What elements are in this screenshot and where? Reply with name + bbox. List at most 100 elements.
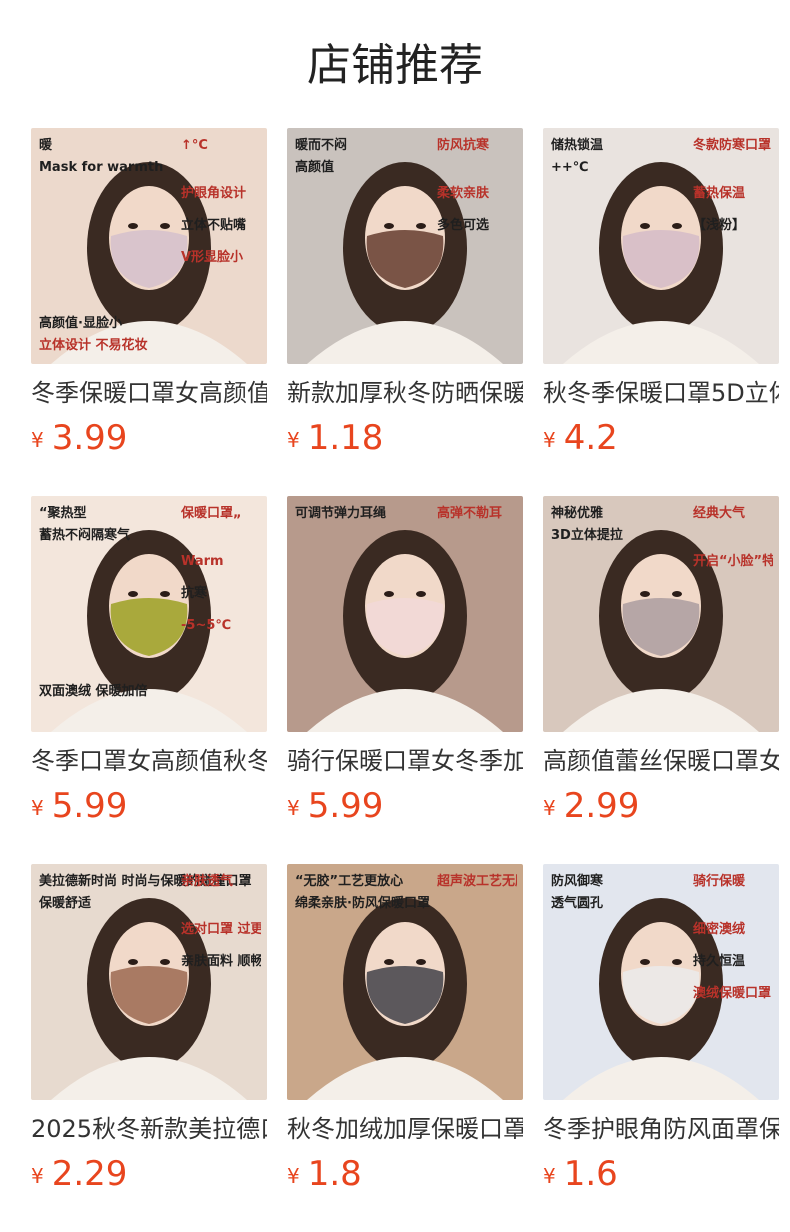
image-overlay-text: 冬款防寒口罩	[693, 138, 772, 153]
currency-symbol: ¥	[287, 796, 300, 820]
image-overlay-text: 柔软亲肤	[437, 186, 490, 201]
image-overlay-text: 经典大气	[693, 506, 746, 521]
section-title: 店铺推荐	[307, 40, 483, 91]
eye-shape	[160, 223, 170, 229]
product-name[interactable]: 2025秋冬新款美拉德口罩	[31, 1112, 267, 1148]
image-overlay-text: 储热锁温	[551, 138, 604, 153]
eye-shape	[384, 223, 394, 229]
sweater-shape	[563, 1057, 759, 1100]
product-name[interactable]: 冬季护眼角防风面罩保暖	[543, 1112, 779, 1148]
sweater-shape	[307, 689, 503, 732]
sweater-shape	[307, 1057, 503, 1100]
image-overlay-text: 可调节弹力耳绳	[295, 506, 387, 521]
image-overlay-text: 暖而不闷	[295, 138, 348, 153]
sweater-shape	[307, 321, 503, 364]
image-overlay-text: 高颜值·显脸小	[39, 316, 122, 331]
eye-shape	[128, 223, 138, 229]
product-card[interactable]: “无胶”工艺更放心 超声波工艺无胶水粘合绵柔亲肤·防风保暖口罩秋冬加绒加厚保暖口罩…	[287, 864, 523, 1204]
product-image[interactable]: “无胶”工艺更放心 超声波工艺无胶水粘合绵柔亲肤·防风保暖口罩	[287, 864, 523, 1100]
model-illustration	[307, 530, 503, 732]
image-overlay-text: “聚热型	[39, 506, 87, 521]
eye-shape	[640, 591, 650, 597]
product-price: ¥1.6	[543, 1152, 618, 1196]
price-value: 2.29	[51, 1154, 128, 1194]
eye-shape	[416, 591, 426, 597]
image-overlay-text: 3D立体提拉	[551, 528, 623, 543]
product-card[interactable]: 美拉德新时尚 时尚与保暖的碰撞口罩亲肤透气保暖舒适选对口罩 过更暖的冬季亲肤面料…	[31, 864, 267, 1204]
eye-shape	[640, 959, 650, 965]
product-card[interactable]: 暖而不闷 防风抗寒高颜值柔软亲肤多色可选新款加厚秋冬防晒保暖口罩 ¥1.18	[287, 128, 523, 468]
product-image[interactable]: 暖而不闷 防风抗寒 高颜值 柔软亲肤 多色可选	[287, 128, 523, 364]
product-image[interactable]: 防风御寒 骑行保暖 透气圆孔 细密澳绒 持久恒温 澳绒保暖口罩	[543, 864, 779, 1100]
price-value: 5.99	[51, 786, 128, 826]
product-name[interactable]: 冬季保暖口罩女高颜值显脸小	[31, 376, 267, 412]
product-card[interactable]: 暖 ↑°C Mask for warmth 护眼角设计 立体不贴嘴 V形显脸小 高颜值·显脸…	[31, 128, 267, 468]
image-overlay-text: 细密澳绒	[693, 922, 746, 937]
image-overlay-text: “无胶”工艺更放心	[295, 874, 404, 889]
price-value: 1.6	[563, 1154, 618, 1194]
image-overlay-text: 保暖舒适	[39, 896, 92, 911]
product-image[interactable]: 暖 ↑°C Mask for warmth 护眼角设计 立体不贴嘴 V形显脸小 高颜值·显脸…	[31, 128, 267, 364]
sweater-shape	[563, 321, 759, 364]
currency-symbol: ¥	[31, 428, 44, 452]
product-price: ¥5.99	[31, 784, 127, 828]
image-overlay-text: 蓄热不闷隔寒气	[39, 528, 131, 543]
image-overlay-text: 【浅粉】	[693, 218, 746, 233]
image-overlay-text: 保暖口罩„	[181, 506, 242, 521]
product-image[interactable]: 美拉德新时尚 时尚与保暖的碰撞口罩亲肤透气保暖舒适选对口罩 过更暖的冬季亲肤面料…	[31, 864, 267, 1100]
image-overlay-text: 骑行保暖	[693, 874, 746, 889]
price-value: 3.99	[51, 418, 128, 458]
product-card[interactable]: 防风御寒 骑行保暖透气圆孔细密澳绒持久恒温澳绒保暖口罩冬季护眼角防风面罩保暖 ¥1.…	[543, 864, 779, 1204]
eye-shape	[384, 959, 394, 965]
product-card[interactable]: 储热锁温 冬款防寒口罩 ++℃ 蓄热保温 【浅粉】 秋冬季保暖口罩5D立体 ¥4.2	[543, 128, 779, 468]
eye-shape	[160, 959, 170, 965]
product-name[interactable]: 高颜值蕾丝保暖口罩女	[543, 744, 779, 780]
image-overlay-text: 护眼角设计	[181, 186, 247, 201]
sweater-shape	[51, 1057, 247, 1100]
product-price: ¥4.2	[543, 416, 618, 460]
product-image[interactable]: “聚热型 保暖口罩„ 蓄热不闷隔寒气 Warm 抗寒 -5~5℃ 双面澳绒 保暖加倍	[31, 496, 267, 732]
price-value: 1.8	[307, 1154, 362, 1194]
price-value: 4.2	[563, 418, 618, 458]
product-image[interactable]: 储热锁温 冬款防寒口罩 ++℃ 蓄热保温 【浅粉】	[543, 128, 779, 364]
product-price: ¥2.99	[543, 784, 639, 828]
image-overlay-text: 多色可选	[437, 218, 490, 233]
product-name[interactable]: 冬季口罩女高颜值秋冬保暖	[31, 744, 267, 780]
image-overlay-text: 绵柔亲肤·防风保暖口罩	[295, 896, 430, 911]
image-overlay-text: ++℃	[551, 160, 589, 175]
image-overlay-text: 立体设计 不易花妆	[39, 338, 148, 353]
image-overlay-text: -5~5℃	[181, 618, 232, 633]
product-card[interactable]: 神秘优雅 经典大气 3D立体提拉开启“小脸”特效高颜值蕾丝保暖口罩女 ¥2.99	[543, 496, 779, 836]
eye-shape	[128, 959, 138, 965]
currency-symbol: ¥	[287, 428, 300, 452]
image-overlay-text: 高颜值	[295, 160, 335, 175]
eye-shape	[672, 959, 682, 965]
eye-shape	[672, 591, 682, 597]
product-image[interactable]: 可调节弹力耳绳 高弹不勒耳	[287, 496, 523, 732]
image-overlay-text: 防风御寒	[551, 874, 604, 889]
product-name[interactable]: 新款加厚秋冬防晒保暖口罩	[287, 376, 523, 412]
image-overlay-text: 超声波工艺无胶水粘合	[437, 874, 517, 889]
image-overlay-text: 开启“小脸”特效	[693, 554, 773, 569]
image-overlay-text: ↑°C	[181, 138, 208, 153]
product-card[interactable]: 可调节弹力耳绳 高弹不勒耳骑行保暖口罩女冬季加绒 ¥5.99	[287, 496, 523, 836]
image-overlay-text: 神秘优雅	[551, 506, 604, 521]
currency-symbol: ¥	[31, 1164, 44, 1188]
currency-symbol: ¥	[543, 1164, 556, 1188]
image-overlay-text: Warm	[181, 554, 224, 569]
product-price: ¥5.99	[287, 784, 383, 828]
sweater-shape	[563, 689, 759, 732]
eye-shape	[160, 591, 170, 597]
image-overlay-text: 选对口罩 过更暖的冬季	[181, 922, 261, 937]
product-name[interactable]: 骑行保暖口罩女冬季加绒	[287, 744, 523, 780]
product-price: ¥1.8	[287, 1152, 362, 1196]
image-overlay-text: 澳绒保暖口罩	[693, 986, 772, 1001]
product-card[interactable]: “聚热型 保暖口罩„ 蓄热不闷隔寒气 Warm 抗寒 -5~5℃ 双面澳绒 保暖加倍 冬季口罩…	[31, 496, 267, 836]
currency-symbol: ¥	[287, 1164, 300, 1188]
image-overlay-text: 亲肤透气	[181, 874, 234, 889]
image-overlay-text: V形显脸小	[181, 250, 244, 265]
product-name[interactable]: 秋冬季保暖口罩5D立体	[543, 376, 779, 412]
product-image[interactable]: 神秘优雅 经典大气 3D立体提拉开启“小脸”特效	[543, 496, 779, 732]
eye-shape	[384, 591, 394, 597]
product-name[interactable]: 秋冬加绒加厚保暖口罩女	[287, 1112, 523, 1148]
